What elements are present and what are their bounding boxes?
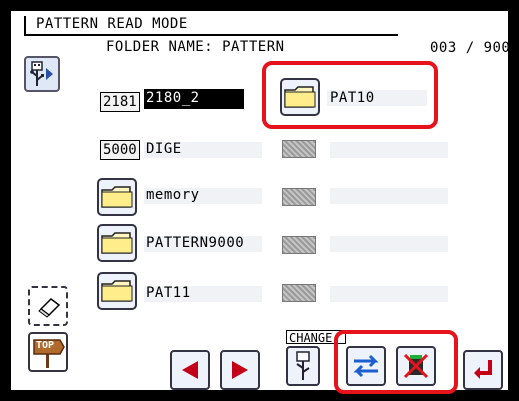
empty-slot	[282, 188, 316, 206]
swap-button[interactable]	[346, 346, 386, 386]
list-item[interactable]: PATTERN9000	[146, 234, 244, 252]
list-item-selected[interactable]: 2180_2	[144, 89, 244, 109]
enter-icon	[474, 360, 492, 379]
list-item-field	[330, 188, 448, 204]
title-underline	[322, 54, 344, 60]
usb-icon	[30, 61, 53, 86]
mode-title: PATTERN READ MODE	[24, 16, 398, 36]
list-item[interactable]: PAT11	[146, 284, 191, 302]
folder-name-label: FOLDER NAME: PATTERN	[106, 39, 285, 55]
list-item-field	[330, 142, 448, 158]
folder-icon	[101, 280, 133, 302]
prev-page-button[interactable]	[170, 350, 210, 390]
enter-button[interactable]	[463, 350, 503, 390]
delete-icon	[403, 353, 429, 379]
usb-icon	[296, 351, 310, 380]
list-item[interactable]: PAT10	[330, 89, 375, 107]
list-item-field	[330, 236, 448, 252]
eraser-icon	[38, 298, 61, 318]
empty-slot	[282, 140, 316, 158]
list-item[interactable]: memory	[146, 186, 200, 204]
left-arrow-icon	[182, 361, 198, 379]
erase-button[interactable]	[28, 286, 68, 326]
folder-button[interactable]	[97, 272, 137, 310]
swap-icon	[353, 354, 379, 378]
pattern-number-box: 2181	[100, 92, 140, 112]
empty-slot	[282, 284, 316, 302]
empty-slot	[282, 236, 316, 254]
list-item-field	[330, 286, 448, 302]
folder-icon	[101, 186, 133, 208]
top-button[interactable]: TOP	[28, 332, 68, 372]
list-item[interactable]: DIGE	[146, 140, 182, 158]
pattern-number-box: 5000	[100, 140, 140, 160]
folder-button[interactable]	[97, 224, 137, 262]
usb-device-button[interactable]	[286, 346, 320, 386]
folder-icon	[284, 86, 316, 108]
folder-icon	[101, 232, 133, 254]
delete-button[interactable]	[396, 346, 436, 386]
folder-button[interactable]	[97, 178, 137, 216]
right-arrow-icon	[232, 361, 248, 379]
usb-button[interactable]	[24, 56, 60, 92]
page-counter: 003 / 900	[430, 40, 511, 56]
top-label: TOP	[36, 340, 55, 351]
next-page-button[interactable]	[220, 350, 260, 390]
folder-button[interactable]	[280, 78, 320, 116]
